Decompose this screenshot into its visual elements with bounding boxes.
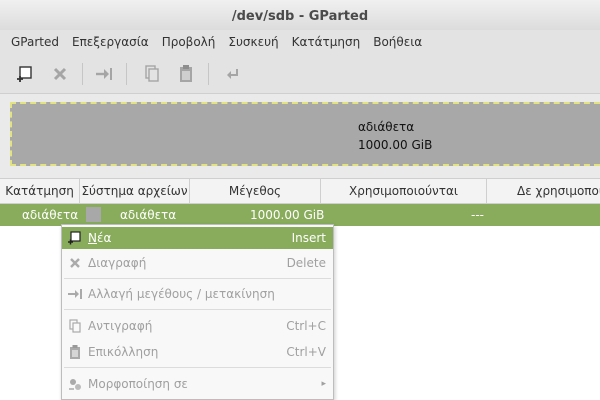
menu-item-format[interactable]: Μορφοποίηση σε ▸ — [62, 373, 333, 395]
menu-item-label: Επικόλληση — [88, 345, 159, 359]
menu-separator — [64, 309, 331, 310]
unallocated-partition-graph[interactable]: αδιάθετα 1000.00 GiB — [10, 102, 600, 166]
column-header-filesystem[interactable]: Σύστημα αρχείων — [80, 179, 190, 203]
menu-item-accelerator: Ctrl+C — [286, 319, 326, 333]
window-titlebar: /dev/sdb - GParted — [0, 0, 600, 30]
graph-partition-label: αδιάθετα — [358, 120, 415, 134]
partition-table-header: Κατάτμηση Σύστημα αρχείων Μέγεθος Χρησιμ… — [0, 178, 600, 204]
cell-used: --- — [471, 208, 484, 222]
menu-item-delete[interactable]: Διαγραφή Delete — [62, 252, 333, 274]
menu-item-label: Διαγραφή — [88, 256, 147, 270]
column-header-size[interactable]: Μέγεθος — [190, 179, 321, 203]
column-header-unused[interactable]: Δε χρησιμοποιού — [487, 179, 600, 203]
menu-device[interactable]: Συσκευή — [222, 35, 285, 49]
menu-item-accelerator: Insert — [291, 231, 326, 245]
toolbar-separator — [82, 63, 83, 85]
cell-filesystem: αδιάθετα — [120, 208, 177, 222]
copy-icon — [68, 319, 82, 333]
new-partition-icon — [17, 66, 32, 82]
resize-move-button[interactable] — [94, 64, 114, 84]
menu-partition[interactable]: Κατάτμηση — [286, 35, 368, 49]
partition-context-menu: Νέα Insert Διαγραφή Delete Αλλαγή μεγέθο… — [61, 224, 334, 400]
copy-button[interactable] — [142, 64, 162, 84]
menu-item-label: Αντιγραφή — [88, 319, 153, 333]
menu-item-copy[interactable]: Αντιγραφή Ctrl+C — [62, 315, 333, 337]
window-title: /dev/sdb - GParted — [231, 9, 369, 24]
menu-separator — [64, 367, 331, 368]
copy-icon — [145, 65, 159, 82]
menu-gparted[interactable]: GParted — [5, 35, 66, 49]
graph-partition-size: 1000.00 GiB — [358, 138, 433, 152]
undo-button[interactable] — [222, 64, 242, 84]
format-icon — [68, 377, 82, 391]
menu-item-paste[interactable]: Επικόλληση Ctrl+V — [62, 341, 333, 363]
menu-item-label: Μορφοποίηση σε — [88, 377, 188, 391]
paste-icon — [180, 65, 192, 82]
disk-graph-area: αδιάθετα 1000.00 GiB — [0, 94, 600, 178]
new-partition-button[interactable] — [15, 64, 35, 84]
paste-button[interactable] — [176, 64, 196, 84]
toolbar — [0, 54, 600, 94]
menu-item-new[interactable]: Νέα Insert — [62, 227, 333, 249]
menubar: GParted Επεξεργασία Προβολή Συσκευή Κατά… — [0, 30, 600, 54]
new-partition-icon — [68, 231, 82, 245]
menu-item-resize-move[interactable]: Αλλαγή μεγέθους / μετακίνηση — [62, 283, 333, 305]
menu-item-accelerator: Ctrl+V — [286, 345, 326, 359]
toolbar-separator — [208, 63, 209, 85]
menu-item-accelerator: Delete — [286, 256, 326, 270]
delete-button[interactable] — [50, 64, 70, 84]
menu-item-label: Νέα — [88, 231, 112, 245]
column-header-used[interactable]: Χρησιμοποιούνται — [321, 179, 487, 203]
resize-move-icon — [96, 68, 112, 80]
delete-icon — [68, 256, 82, 270]
menu-separator — [64, 278, 331, 279]
resize-move-icon — [68, 287, 82, 301]
delete-icon — [53, 67, 67, 81]
table-row[interactable]: αδιάθετα αδιάθετα 1000.00 GiB --- — [0, 204, 600, 226]
menu-item-label: Αλλαγή μεγέθους / μετακίνηση — [88, 287, 275, 301]
filesystem-color-swatch — [86, 207, 101, 222]
paste-icon — [68, 345, 82, 359]
menu-edit[interactable]: Επεξεργασία — [66, 35, 156, 49]
column-header-partition[interactable]: Κατάτμηση — [0, 179, 80, 203]
cell-size: 1000.00 GiB — [250, 208, 325, 222]
undo-icon — [227, 69, 238, 79]
toolbar-separator — [126, 63, 127, 85]
submenu-arrow-icon: ▸ — [321, 379, 326, 389]
menu-help[interactable]: Βοήθεια — [367, 35, 429, 49]
cell-partition: αδιάθετα — [22, 208, 79, 222]
menu-view[interactable]: Προβολή — [156, 35, 223, 49]
